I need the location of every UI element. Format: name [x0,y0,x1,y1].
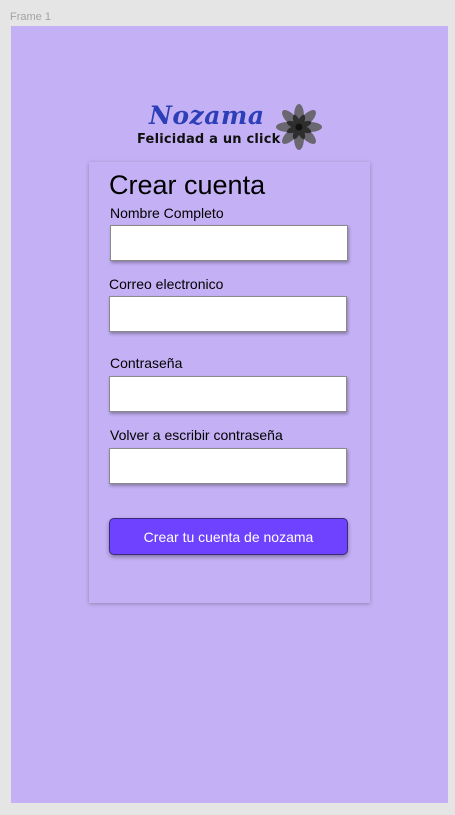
logo-tagline: Felicidad a un click [137,132,281,147]
confirm-password-field[interactable] [109,448,347,484]
email-field[interactable] [109,296,347,332]
email-label: Correo electronico [109,276,224,292]
confirm-password-label: Volver a escribir contraseña [110,427,283,443]
flower-icon [276,104,322,150]
logo: Nozama Felicidad a un click [137,101,327,153]
password-label: Contraseña [110,355,183,371]
frame-label: Frame 1 [10,11,51,23]
create-account-button[interactable]: Crear tu cuenta de nozama [109,518,348,555]
password-field[interactable] [109,376,347,412]
full-name-field[interactable] [110,225,348,261]
page-title: Crear cuenta [109,170,266,200]
logo-title: Nozama [149,101,265,130]
full-name-label: Nombre Completo [110,205,224,221]
